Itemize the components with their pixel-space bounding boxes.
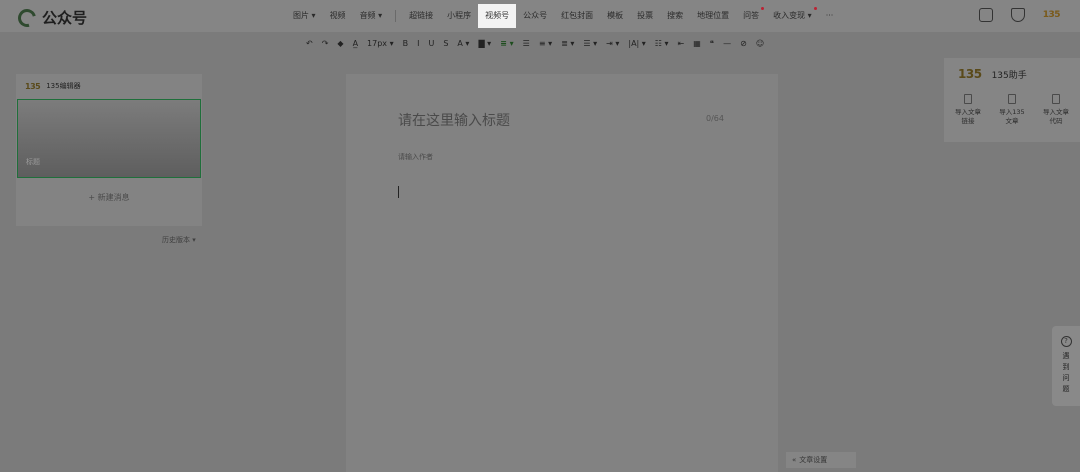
redo-icon[interactable]: ↷ bbox=[322, 36, 329, 52]
app-logo[interactable]: 公众号 bbox=[14, 5, 88, 30]
align-icon[interactable]: ≡ ▾ bbox=[500, 36, 514, 52]
settings-label: 文章设置 bbox=[799, 456, 828, 464]
action-label: 导入文章 bbox=[955, 108, 981, 116]
menu-official-account[interactable]: 公众号 bbox=[516, 4, 554, 28]
document-icon bbox=[964, 94, 972, 104]
underline-icon[interactable]: U bbox=[428, 36, 434, 52]
assistant-header: 135 135助手 bbox=[944, 58, 1080, 90]
assistant-panel: 135 135助手 导入文章 链接 导入135 文章 导入文章 代码 bbox=[944, 58, 1080, 142]
title-char-count: 0/64 bbox=[706, 114, 724, 123]
menu-audio[interactable]: 音频 ▾ bbox=[353, 4, 390, 28]
link-icon[interactable]: ⊘ bbox=[740, 36, 747, 52]
import-article-link-button[interactable]: 导入文章 链接 bbox=[947, 94, 989, 126]
action-label: 导入135 bbox=[999, 108, 1025, 116]
action-label: 文章 bbox=[1005, 117, 1019, 125]
format-toolbar: ↶ ↷ ◆ A̲ 17px ▾ B I U S A ▾ ▇ ▾ ≡ ▾ ☰ ≡ … bbox=[306, 36, 764, 52]
author-input[interactable]: 请输入作者 bbox=[398, 152, 433, 162]
brand-135-icon: 135 bbox=[958, 67, 982, 81]
insert-menu: 图片 ▾ 视频 音频 ▾ 超链接 小程序 视频号 公众号 红包封面 模板 投票 … bbox=[286, 4, 840, 28]
panel-header: 135 135编辑器 bbox=[16, 74, 202, 98]
action-label: 代码 bbox=[1049, 117, 1063, 125]
menu-more[interactable]: ··· bbox=[819, 4, 841, 28]
menu-divider bbox=[395, 10, 397, 22]
brand-135-icon: 135 bbox=[25, 81, 41, 91]
import-article-code-button[interactable]: 导入文章 代码 bbox=[1035, 94, 1077, 126]
menu-hyperlink[interactable]: 超链接 bbox=[402, 4, 440, 28]
background-color-icon[interactable]: ▇ ▾ bbox=[478, 36, 491, 52]
font-color-icon[interactable]: A ▾ bbox=[457, 36, 469, 52]
italic-icon[interactable]: I bbox=[417, 36, 419, 52]
article-card-title: 标题 bbox=[26, 158, 40, 166]
menu-template[interactable]: 模板 bbox=[600, 4, 630, 28]
list-icon[interactable]: ☰ ▾ bbox=[583, 36, 597, 52]
emoji-icon[interactable]: ☺ bbox=[756, 36, 764, 52]
letter-spacing-icon[interactable]: |A| ▾ bbox=[628, 36, 645, 52]
font-size-select[interactable]: 17px ▾ bbox=[367, 36, 394, 52]
wechat-logo-icon bbox=[14, 5, 40, 30]
indent-icon[interactable]: ☰ bbox=[523, 36, 530, 52]
paragraph-spacing-icon[interactable]: ≣ ▾ bbox=[561, 36, 574, 52]
table-icon[interactable]: ▦ bbox=[693, 36, 701, 52]
menu-monetize[interactable]: 收入变现 ▾ bbox=[766, 4, 819, 28]
document-icon bbox=[1008, 94, 1016, 104]
article-settings-button[interactable]: « 文章设置 bbox=[786, 452, 856, 468]
import-135-article-button[interactable]: 导入135 文章 bbox=[991, 94, 1033, 126]
menu-video[interactable]: 视频 bbox=[323, 4, 353, 28]
top-bar: 公众号 图片 ▾ 视频 音频 ▾ 超链接 小程序 视频号 公众号 红包封面 模板… bbox=[0, 0, 1080, 32]
editor-area[interactable]: 请在这里输入标题 0/64 请输入作者 bbox=[346, 74, 778, 472]
article-card[interactable]: 标题 bbox=[17, 99, 201, 178]
text-caret bbox=[398, 186, 399, 198]
action-label: 导入文章 bbox=[1043, 108, 1069, 116]
divider-icon[interactable]: — bbox=[723, 36, 731, 52]
strikethrough-icon[interactable]: S bbox=[443, 36, 448, 52]
help-label: 遇到问题 bbox=[1062, 352, 1070, 393]
history-version-button[interactable]: 历史版本 ▾ bbox=[162, 235, 196, 245]
chevron-icon: « bbox=[792, 456, 797, 464]
menu-image[interactable]: 图片 ▾ bbox=[286, 4, 323, 28]
menu-qa[interactable]: 问答 bbox=[736, 4, 766, 28]
brand-135-logo[interactable]: 135 bbox=[1043, 10, 1061, 20]
outdent-icon[interactable]: ⇤ bbox=[678, 36, 685, 52]
panel-title: 135编辑器 bbox=[46, 82, 81, 90]
ordered-list-icon[interactable]: ☷ ▾ bbox=[655, 36, 669, 52]
app-title: 公众号 bbox=[42, 9, 88, 27]
menu-search[interactable]: 搜索 bbox=[660, 4, 690, 28]
clear-format-icon[interactable]: A̲ bbox=[353, 36, 358, 52]
new-dot-icon bbox=[813, 7, 817, 10]
top-right-actions: 135 bbox=[978, 8, 1061, 22]
new-message-button[interactable]: + 新建消息 bbox=[16, 192, 202, 203]
shield-icon[interactable] bbox=[1010, 8, 1025, 22]
action-label: 链接 bbox=[961, 117, 975, 125]
quote-icon[interactable]: ❝ bbox=[710, 36, 714, 52]
assistant-actions: 导入文章 链接 导入135 文章 导入文章 代码 bbox=[944, 90, 1080, 126]
article-list-panel: 135 135编辑器 标题 + 新建消息 bbox=[16, 74, 202, 226]
assistant-title: 135助手 bbox=[991, 70, 1027, 81]
document-icon bbox=[1052, 94, 1060, 104]
menu-red-packet-cover[interactable]: 红包封面 bbox=[554, 4, 600, 28]
margin-icon[interactable]: ⇥ ▾ bbox=[606, 36, 619, 52]
menu-mini-program[interactable]: 小程序 bbox=[440, 4, 478, 28]
menu-vote[interactable]: 投票 bbox=[630, 4, 660, 28]
line-spacing-icon[interactable]: ≡ ▾ bbox=[539, 36, 552, 52]
undo-icon[interactable]: ↶ bbox=[306, 36, 313, 52]
bold-icon[interactable]: B bbox=[403, 36, 409, 52]
help-tab[interactable]: ? 遇到问题 bbox=[1052, 326, 1080, 406]
new-dot-icon bbox=[761, 7, 765, 10]
format-painter-icon[interactable]: ◆ bbox=[337, 36, 343, 52]
preview-icon[interactable] bbox=[978, 8, 993, 22]
title-input[interactable]: 请在这里输入标题 bbox=[398, 110, 510, 130]
menu-channels[interactable]: 视频号 bbox=[478, 4, 517, 28]
question-icon: ? bbox=[1060, 336, 1072, 347]
menu-location[interactable]: 地理位置 bbox=[690, 4, 736, 28]
